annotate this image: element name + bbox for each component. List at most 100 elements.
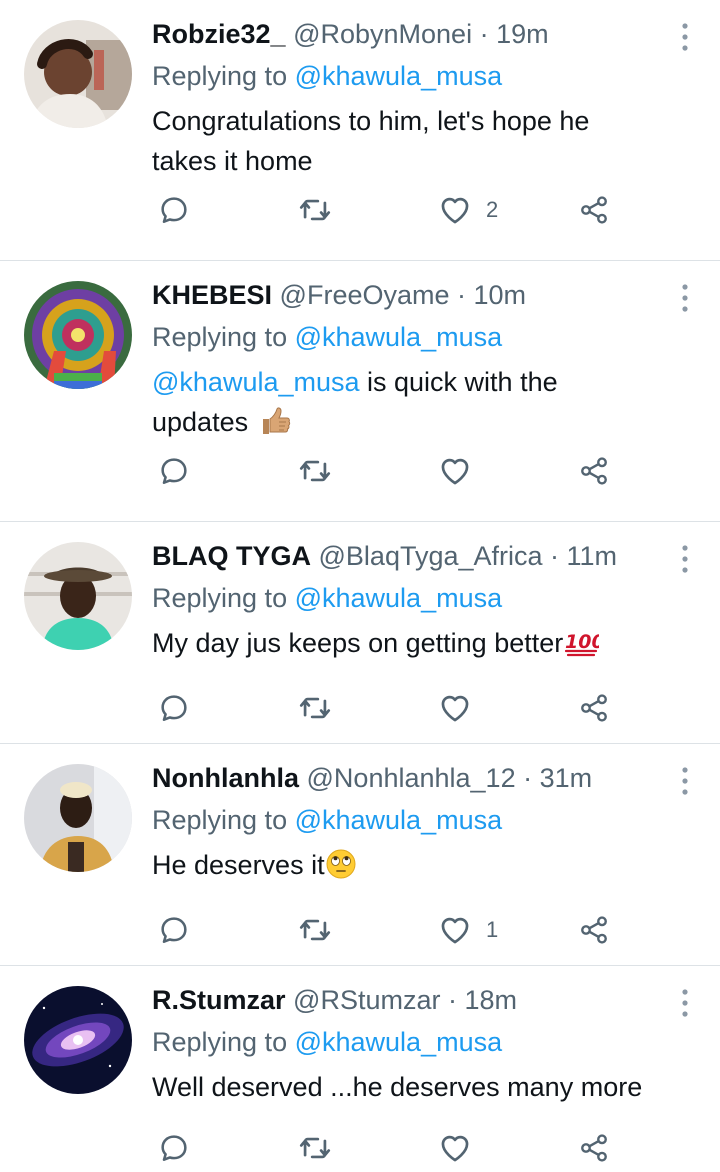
like-icon — [438, 913, 472, 947]
share-icon — [578, 692, 610, 724]
user-handle[interactable]: @BlaqTyga_Africa — [319, 541, 543, 571]
tweet-actions — [0, 449, 720, 493]
tweet-actions: 2 — [0, 188, 720, 232]
like-icon — [438, 1131, 472, 1165]
tweet-text: @khawula_musa is quick with the updates — [152, 362, 692, 442]
user-handle[interactable]: @RobynMonei — [293, 19, 472, 49]
replying-to: Replying to @khawula_musa — [152, 317, 692, 357]
like-icon — [438, 193, 472, 227]
display-name[interactable]: BLAQ TYGA — [152, 541, 311, 571]
separator-dot: · — [515, 763, 540, 793]
avatar[interactable] — [24, 542, 132, 650]
like-button[interactable] — [438, 449, 486, 493]
tweet-text-span: He deserves it — [152, 850, 325, 880]
avatar[interactable] — [24, 986, 132, 1094]
avatar[interactable] — [24, 281, 132, 389]
retweet-button[interactable] — [298, 188, 332, 232]
share-button[interactable] — [578, 1126, 610, 1170]
share-button[interactable] — [578, 449, 610, 493]
timestamp[interactable]: 10m — [474, 280, 527, 310]
avatar[interactable] — [24, 20, 132, 128]
share-button[interactable] — [578, 188, 610, 232]
tweet[interactable]: Robzie32_ @RobynMonei · 19m Replying to … — [0, 0, 720, 261]
retweet-button[interactable] — [298, 1126, 332, 1170]
mention-link[interactable]: @khawula_musa — [295, 322, 503, 352]
separator-dot: · — [472, 19, 497, 49]
timestamp[interactable]: 31m — [540, 763, 593, 793]
retweet-icon — [298, 193, 332, 227]
retweet-button[interactable] — [298, 686, 332, 730]
reply-icon — [158, 914, 190, 946]
replying-to: Replying to @khawula_musa — [152, 800, 692, 840]
tweet[interactable]: R.Stumzar @RStumzar · 18m Replying to @k… — [0, 966, 720, 1172]
retweet-button[interactable] — [298, 449, 332, 493]
tweet-text: Congratulations to him, let's hope he ta… — [152, 101, 692, 181]
tweet-text: Well deserved ...he deserves many more — [152, 1067, 692, 1107]
tweet-text-line: updates — [152, 402, 692, 442]
mention-link[interactable]: @khawula_musa — [295, 1027, 503, 1057]
tweet-text: He deserves it — [152, 845, 692, 885]
retweet-icon — [298, 691, 332, 725]
like-button[interactable]: 2 — [438, 188, 498, 232]
share-icon — [578, 1132, 610, 1164]
retweet-button[interactable] — [298, 908, 332, 952]
like-button[interactable]: 1 — [438, 908, 498, 952]
tweet-text-line: He deserves it — [152, 845, 692, 885]
user-handle[interactable]: @RStumzar — [293, 985, 440, 1015]
tweet-text-line: My day jus keeps on getting better 100 — [152, 623, 692, 663]
avatar[interactable] — [24, 764, 132, 872]
tweet[interactable]: KHEBESI @FreeOyame · 10m Replying to @kh… — [0, 261, 720, 522]
like-button[interactable] — [438, 1126, 486, 1170]
reply-button[interactable] — [158, 1126, 190, 1170]
mention-link[interactable]: @khawula_musa — [295, 61, 503, 91]
tweet[interactable]: Nonhlanhla @Nonhlanhla_12 · 31m Replying… — [0, 744, 720, 966]
tweet[interactable]: BLAQ TYGA @BlaqTyga_Africa · 11m Replyin… — [0, 522, 720, 744]
like-count: 1 — [486, 917, 499, 942]
tweet-actions: 1 — [0, 908, 720, 952]
tweet-actions — [0, 1126, 720, 1170]
share-button[interactable] — [578, 686, 610, 730]
mention-link[interactable]: @khawula_musa — [295, 805, 503, 835]
share-icon — [578, 194, 610, 226]
like-icon — [438, 691, 472, 725]
separator-dot: · — [542, 541, 567, 571]
tweet-text-line: Congratulations to him, let's hope he — [152, 106, 590, 136]
timestamp[interactable]: 19m — [496, 19, 549, 49]
user-handle[interactable]: @Nonhlanhla_12 — [307, 763, 516, 793]
eye-roll-face-emoji-icon — [326, 849, 356, 879]
mention-link[interactable]: @khawula_musa — [295, 583, 503, 613]
mention-link[interactable]: @khawula_musa — [152, 367, 360, 397]
share-button[interactable] — [578, 908, 610, 952]
tweet-text-span: My day jus keeps on getting better — [152, 628, 564, 658]
retweet-icon — [298, 454, 332, 488]
like-count: 2 — [486, 197, 499, 222]
reply-button[interactable] — [158, 686, 190, 730]
share-icon — [578, 914, 610, 946]
separator-dot: · — [440, 985, 465, 1015]
tweet-text-line: @khawula_musa is quick with the — [152, 362, 692, 402]
retweet-icon — [298, 913, 332, 947]
tweet-actions — [0, 686, 720, 730]
reply-button[interactable] — [158, 908, 190, 952]
tweet-text-span: updates — [152, 407, 249, 437]
display-name[interactable]: Nonhlanhla — [152, 763, 299, 793]
tweet-header: KHEBESI @FreeOyame · 10m — [152, 275, 692, 315]
like-icon — [438, 454, 472, 488]
tweet-text-line: Well deserved ...he deserves many more — [152, 1072, 643, 1102]
display-name[interactable]: Robzie32_ — [152, 19, 286, 49]
reply-icon — [158, 455, 190, 487]
hundred-points-emoji-icon: 100 — [565, 631, 599, 657]
timestamp[interactable]: 18m — [464, 985, 517, 1015]
replying-to: Replying to @khawula_musa — [152, 1022, 692, 1062]
user-handle[interactable]: @FreeOyame — [280, 280, 450, 310]
tweet-header: R.Stumzar @RStumzar · 18m — [152, 980, 692, 1020]
timestamp[interactable]: 11m — [567, 541, 618, 571]
reply-button[interactable] — [158, 188, 190, 232]
reply-icon — [158, 692, 190, 724]
thumbs-up-emoji-icon — [262, 407, 290, 434]
display-name[interactable]: KHEBESI — [152, 280, 272, 310]
reply-button[interactable] — [158, 449, 190, 493]
like-button[interactable] — [438, 686, 486, 730]
display-name[interactable]: R.Stumzar — [152, 985, 286, 1015]
reply-icon — [158, 1132, 190, 1164]
